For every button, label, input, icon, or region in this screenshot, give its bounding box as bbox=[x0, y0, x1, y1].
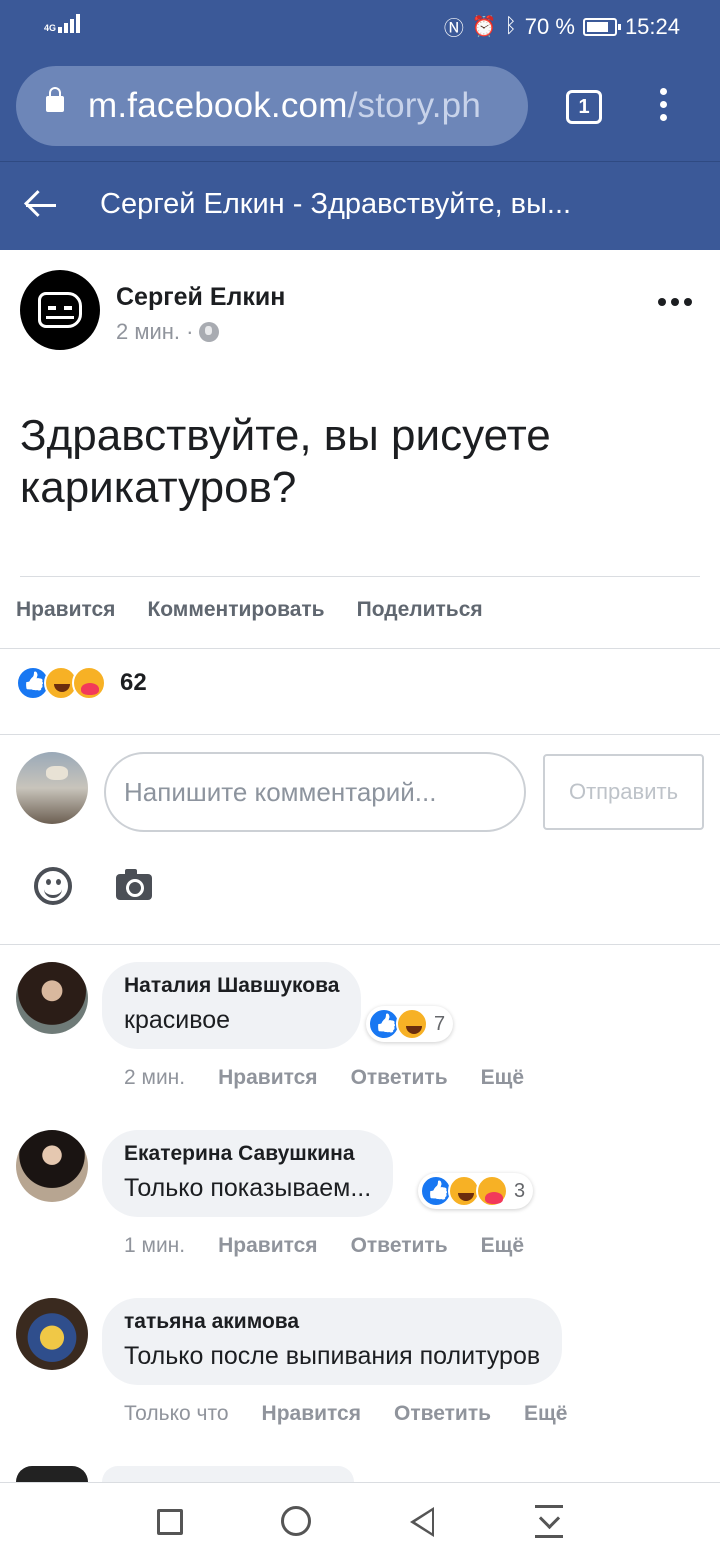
divider bbox=[0, 734, 720, 735]
divider bbox=[20, 576, 700, 577]
battery-icon bbox=[582, 17, 621, 36]
signal-indicator: 4G bbox=[44, 13, 80, 33]
page-header: Сергей Елкин - Здравствуйте, вы... bbox=[0, 162, 720, 250]
comment-bubble[interactable]: Екатерина Савушкина Только показываем... bbox=[102, 1130, 394, 1217]
comment-like-button[interactable]: Нравится bbox=[218, 1234, 317, 1258]
comment-button[interactable]: Комментировать bbox=[147, 598, 324, 622]
post-author-name[interactable]: Сергей Елкин bbox=[116, 283, 285, 312]
comment-reply-button[interactable]: Ответить bbox=[394, 1402, 491, 1426]
alarm-icon: ⏰ bbox=[471, 16, 497, 38]
battery-percent: 70 % bbox=[524, 13, 575, 39]
post-text: Здравствуйте, вы рисуете карикатуров? bbox=[20, 411, 551, 512]
current-user-avatar bbox=[16, 752, 88, 824]
recent-apps-icon[interactable] bbox=[157, 1509, 183, 1535]
clock: 15:24 bbox=[624, 13, 680, 39]
commenter-name[interactable]: Екатерина Савушкина bbox=[124, 1142, 371, 1166]
comment-bubble[interactable]: Наталия Шавшукова красивое bbox=[102, 962, 362, 1049]
post-meta: 2 мин. · bbox=[116, 319, 220, 345]
share-button[interactable]: Поделиться bbox=[357, 598, 483, 622]
reactions-summary[interactable]: 62 bbox=[16, 666, 147, 700]
comment-meta: Только что Нравится Ответить Ещё bbox=[124, 1402, 567, 1426]
comment-time[interactable]: 2 мин. bbox=[124, 1066, 185, 1090]
notification-pull-icon[interactable] bbox=[535, 1505, 563, 1539]
comment-bubble[interactable]: татьяна акимова Только после выпивания п… bbox=[102, 1298, 563, 1385]
comment-text: Только показываем... bbox=[124, 1174, 372, 1202]
commenter-name[interactable]: татьяна акимова bbox=[124, 1310, 540, 1334]
address-bar[interactable]: m.facebook.com/story.ph bbox=[16, 66, 528, 146]
post-time[interactable]: 2 мин. · bbox=[116, 319, 193, 345]
commenter-avatar[interactable] bbox=[16, 1298, 88, 1370]
comment-like-button[interactable]: Нравится bbox=[218, 1066, 317, 1090]
back-arrow-icon[interactable] bbox=[24, 188, 58, 222]
comment-reply-button[interactable]: Ответить bbox=[351, 1234, 448, 1258]
commenter-name[interactable]: Наталия Шавшукова bbox=[124, 974, 339, 998]
signal-bars-icon bbox=[58, 13, 80, 33]
divider bbox=[0, 648, 720, 649]
divider bbox=[0, 944, 720, 945]
nfc-icon: Ⓝ bbox=[443, 18, 464, 40]
comment-input[interactable] bbox=[104, 752, 526, 832]
haha-reaction-icon bbox=[396, 1008, 428, 1040]
globe-icon bbox=[199, 322, 220, 342]
back-icon[interactable] bbox=[410, 1507, 434, 1537]
commenter-avatar[interactable] bbox=[16, 1466, 88, 1482]
status-bar: 4G Ⓝ ⏰ ᛒ 70 % 15:24 bbox=[0, 0, 720, 52]
care-reaction-icon bbox=[72, 666, 106, 700]
comment-meta: 2 мин. Нравится Ответить Ещё bbox=[124, 1066, 524, 1090]
like-button[interactable]: Нравится bbox=[16, 598, 115, 622]
comment-more-button[interactable]: Ещё bbox=[481, 1066, 524, 1090]
page-title: Сергей Елкин - Здравствуйте, вы... bbox=[100, 188, 572, 220]
comment-reactions[interactable]: 3 bbox=[418, 1173, 534, 1209]
lock-icon bbox=[46, 87, 64, 112]
send-button[interactable]: Отправить bbox=[543, 754, 704, 830]
author-avatar[interactable] bbox=[20, 270, 100, 350]
system-nav-bar bbox=[0, 1482, 720, 1560]
comment-reaction-count: 7 bbox=[434, 1012, 446, 1035]
comment-reactions[interactable]: 7 bbox=[366, 1006, 454, 1042]
status-right: Ⓝ ⏰ ᛒ 70 % 15:24 bbox=[444, 12, 680, 41]
home-icon[interactable] bbox=[281, 1506, 311, 1536]
reaction-count: 62 bbox=[120, 669, 147, 696]
network-type: 4G bbox=[44, 23, 57, 33]
url-text[interactable]: m.facebook.com/story.ph bbox=[88, 86, 481, 126]
url-domain: m.facebook.com bbox=[88, 86, 348, 125]
post-more-options-icon[interactable] bbox=[658, 298, 692, 306]
emoji-icon[interactable] bbox=[34, 867, 72, 905]
camera-icon[interactable] bbox=[116, 869, 152, 900]
tab-switcher-button[interactable]: 1 bbox=[566, 90, 602, 124]
commenter-avatar[interactable] bbox=[16, 962, 88, 1034]
url-path: /story.ph bbox=[347, 86, 482, 125]
comment-more-button[interactable]: Ещё bbox=[481, 1234, 524, 1258]
comment-reaction-count: 3 bbox=[514, 1179, 526, 1202]
care-reaction-icon bbox=[476, 1175, 508, 1207]
comment-text: красивое bbox=[124, 1006, 231, 1034]
comment-more-button[interactable]: Ещё bbox=[524, 1402, 567, 1426]
comment-meta: 1 мин. Нравится Ответить Ещё bbox=[124, 1234, 524, 1258]
comment-like-button[interactable]: Нравится bbox=[262, 1402, 361, 1426]
comment-text: Только после выпивания политуров bbox=[124, 1342, 541, 1370]
post-actions: Нравится Комментировать Поделиться bbox=[16, 598, 483, 622]
comment-time[interactable]: Только что bbox=[124, 1402, 229, 1426]
comment-reply-button[interactable]: Ответить bbox=[351, 1066, 448, 1090]
browser-toolbar: m.facebook.com/story.ph 1 bbox=[0, 52, 720, 162]
commenter-avatar[interactable] bbox=[16, 1130, 88, 1202]
browser-menu-icon[interactable] bbox=[655, 88, 671, 128]
comment-time[interactable]: 1 мин. bbox=[124, 1234, 185, 1258]
comment-bubble[interactable] bbox=[102, 1466, 354, 1482]
bluetooth-icon: ᛒ bbox=[504, 15, 517, 37]
